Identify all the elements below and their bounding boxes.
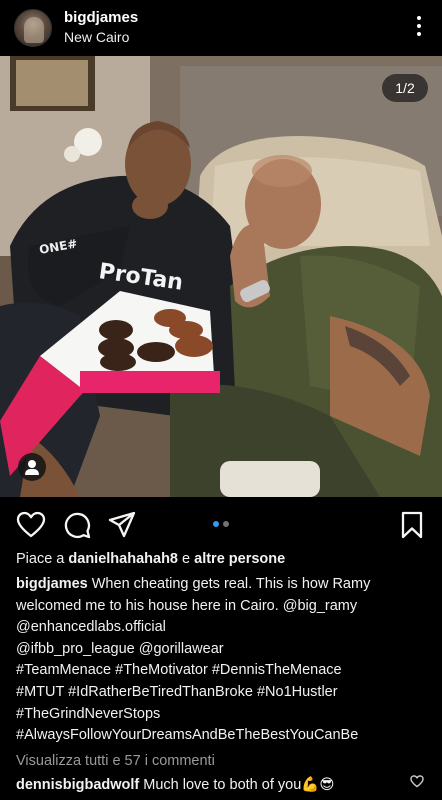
share-icon[interactable] — [108, 511, 136, 539]
carousel-dot — [223, 521, 229, 527]
post-caption: bigdjames When cheating gets real. This … — [16, 574, 436, 747]
comment-username[interactable]: dennisbigbadwolf — [16, 777, 139, 793]
likes-summary[interactable]: Piace a danielhahahah8 e altre persone — [16, 551, 285, 567]
caption-hashtags: #MTUT #IdRatherBeTiredThanBroke #No1Hust… — [16, 683, 338, 700]
caption-hashtags: #TeamMenace #TheMotivator #DennisTheMena… — [16, 662, 342, 679]
caption-line: @enhancedlabs.official — [16, 619, 166, 636]
caption-username[interactable]: bigdjames — [16, 576, 88, 592]
post-image[interactable]: ProTan ONE# 1/2 — [0, 56, 442, 497]
caption-hashtags: #AlwaysFollowYourDreamsAndBeTheBestYouCa… — [16, 727, 359, 744]
carousel-dot-active — [213, 521, 219, 527]
image-counter-badge: 1/2 — [382, 74, 428, 102]
avatar[interactable] — [14, 9, 52, 47]
post-photo-illustration: ProTan ONE# — [0, 56, 442, 497]
comment-preview: dennisbigbadwolf Much love to both of yo… — [16, 776, 334, 793]
post-username[interactable]: bigdjames — [64, 9, 138, 26]
post-header: bigdjames New Cairo — [0, 0, 442, 56]
caption-line: @ifbb_pro_league @gorillawear — [16, 640, 224, 657]
view-all-comments-link[interactable]: Visualizza tutti e 57 i commenti — [16, 753, 215, 769]
more-options-icon[interactable] — [416, 16, 422, 38]
heart-icon[interactable] — [16, 511, 46, 539]
likes-prefix: Piace a — [16, 551, 65, 567]
user-tag-icon[interactable] — [18, 453, 46, 481]
post-location[interactable]: New Cairo — [64, 29, 129, 45]
comment-like-heart-icon[interactable] — [410, 775, 424, 788]
caption-line: When cheating gets real. This is how Ram… — [91, 576, 371, 592]
likes-conj: e — [182, 551, 191, 567]
bookmark-icon[interactable] — [400, 511, 424, 539]
caption-line: welcomed me to his house here in Cairo. … — [16, 597, 358, 614]
liker-username[interactable]: danielhahahah8 — [68, 551, 178, 567]
comment-icon[interactable] — [63, 511, 91, 539]
carousel-indicator — [212, 520, 232, 528]
comment-text: Much love to both of you💪😎 — [143, 777, 335, 793]
likes-others[interactable]: altre persone — [194, 551, 285, 567]
caption-hashtags: #TheGrindNeverStops — [16, 705, 161, 722]
